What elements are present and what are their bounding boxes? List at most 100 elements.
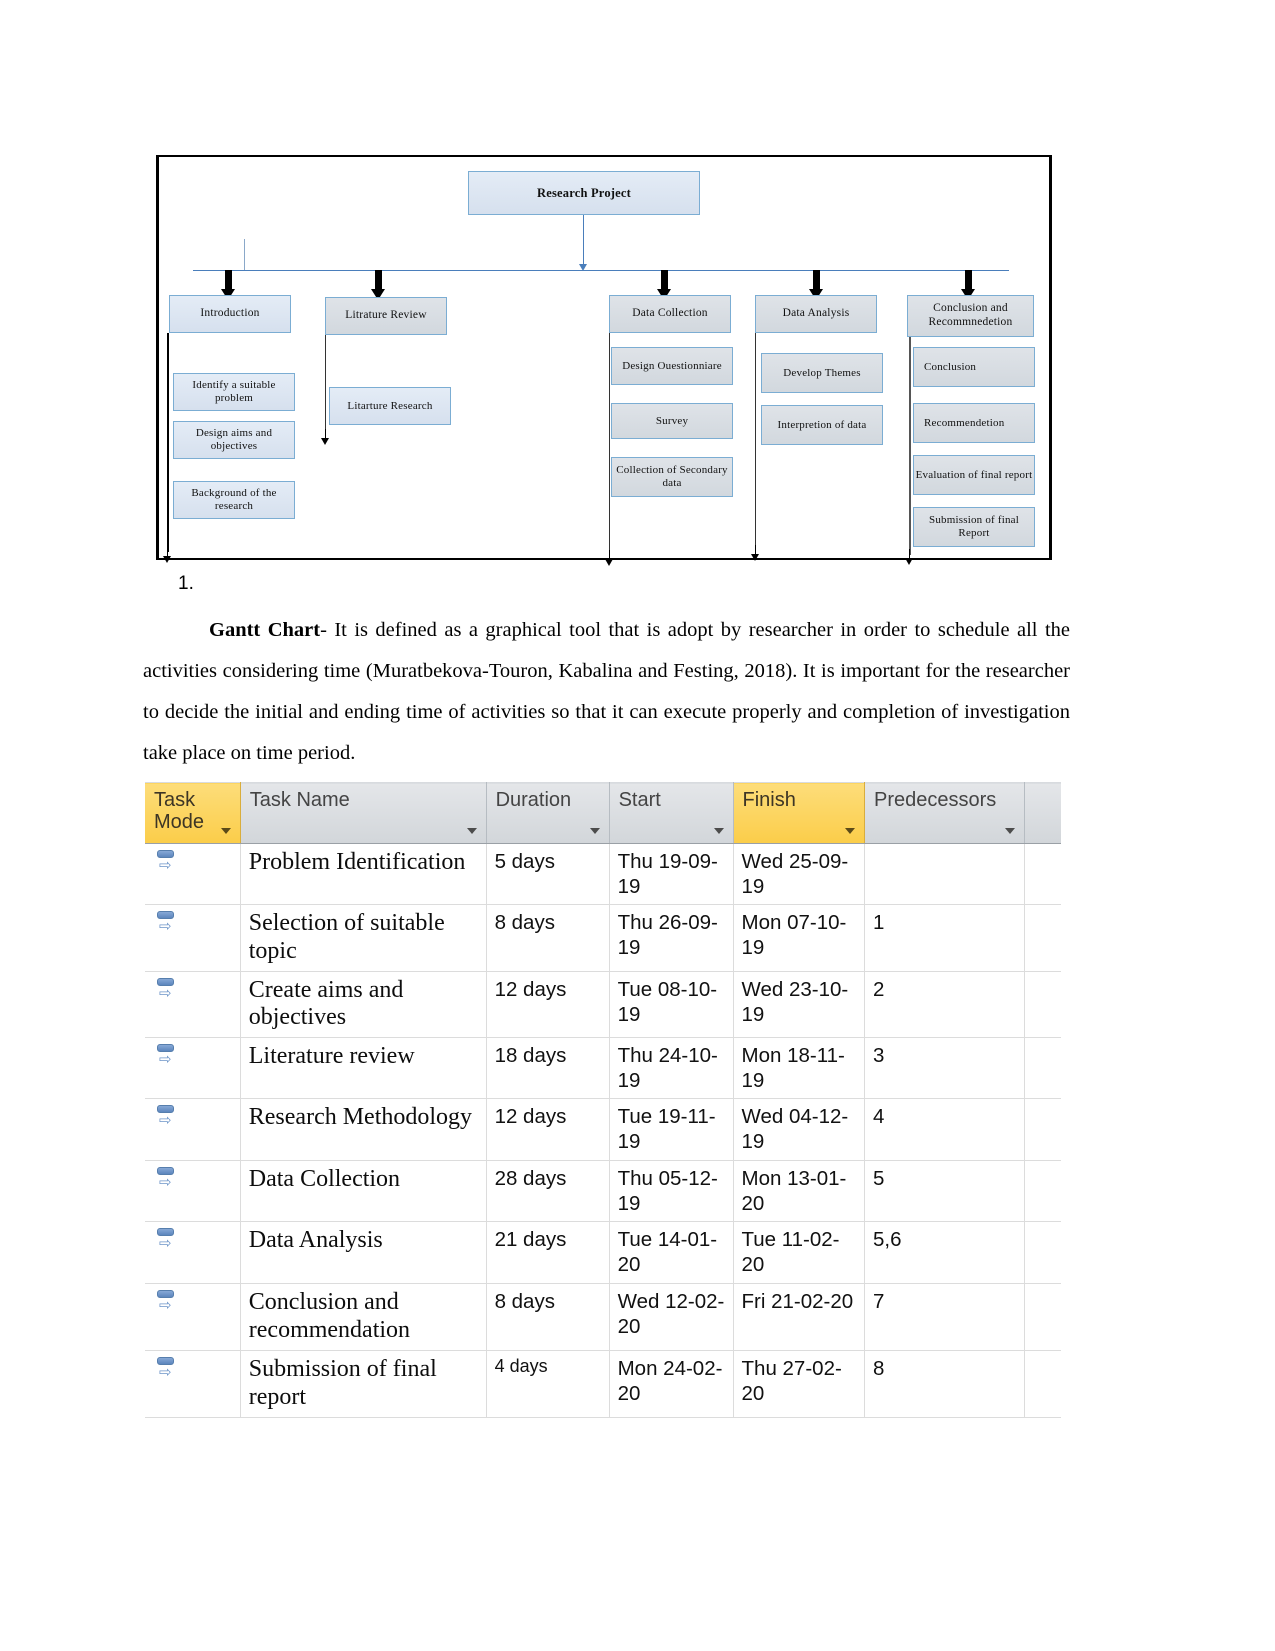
cell-task-name[interactable]: Research Methodology [240, 1098, 487, 1162]
header-start-label: Start [618, 789, 661, 811]
cell-extra[interactable] [1024, 1283, 1061, 1351]
cell-task-name[interactable]: Problem Identification [240, 843, 487, 905]
cell-start[interactable]: Wed 12-02-20 [609, 1283, 734, 1351]
cell-predecessors[interactable]: 3 [864, 1037, 1025, 1100]
arrow-introduction-end [163, 547, 172, 563]
header-task-name[interactable]: Task Name [240, 782, 487, 844]
cell-predecessors[interactable]: 1 [864, 904, 1025, 972]
flow-node-root: Research Project [468, 171, 700, 215]
header-predecessors[interactable]: Predecessors [864, 782, 1025, 844]
cell-task-mode[interactable]: ⇨ [145, 1098, 241, 1162]
cell-predecessors[interactable] [864, 843, 1025, 905]
arrow-root-to-bus [579, 257, 588, 271]
cell-start[interactable]: Thu 19-09-19 [609, 843, 734, 905]
chevron-down-icon[interactable] [220, 828, 231, 834]
cell-predecessors[interactable]: 5,6 [864, 1221, 1025, 1285]
cell-task-mode[interactable]: ⇨ [145, 1283, 241, 1351]
chevron-down-icon[interactable] [845, 828, 855, 834]
cell-start[interactable]: Tue 14-01-20 [609, 1221, 734, 1285]
cell-finish[interactable]: Wed 23-10-19 [733, 971, 866, 1039]
table-row[interactable]: ⇨ Literature review 18 days Thu 24-10-19 Mon… [145, 1037, 1061, 1100]
cell-task-name[interactable]: Literature review [240, 1037, 487, 1100]
chevron-down-icon[interactable] [713, 828, 724, 834]
table-row[interactable]: ⇨ Selection of suitable topic 8 days Thu 26… [145, 904, 1061, 972]
table-body: ⇨ Problem Identification 5 days Thu 19-09-1… [145, 843, 1061, 1418]
cell-start[interactable]: Mon 24-02-20 [609, 1350, 734, 1418]
table-row[interactable]: ⇨ Problem Identification 5 days Thu 19-09-1… [145, 843, 1061, 905]
cell-duration[interactable]: 28 days [486, 1160, 610, 1223]
cell-task-mode[interactable]: ⇨ [145, 971, 241, 1039]
flow-node-literature-review: Litrature Review [325, 297, 447, 335]
header-duration[interactable]: Duration [486, 782, 610, 844]
cell-start[interactable]: Thu 26-09-19 [609, 904, 734, 972]
cell-extra[interactable] [1024, 971, 1061, 1039]
flow-node-background-research: Background of the research [173, 481, 295, 519]
cell-predecessors[interactable]: 7 [864, 1283, 1025, 1351]
table-row[interactable]: ⇨ Submission of final report 4 days Mon 24-… [145, 1350, 1061, 1418]
flow-node-identify-problem: Identify a suitable problem [173, 373, 295, 411]
cell-duration[interactable]: 12 days [486, 1098, 610, 1162]
chevron-down-icon[interactable] [589, 828, 600, 834]
cell-duration[interactable]: 8 days [486, 904, 610, 972]
cell-extra[interactable] [1024, 1098, 1061, 1162]
cell-duration[interactable]: 5 days [486, 843, 610, 905]
cell-extra[interactable] [1024, 1037, 1061, 1100]
cell-predecessors[interactable]: 8 [864, 1350, 1025, 1418]
table-row[interactable]: ⇨ Research Methodology 12 days Tue 19-11-19… [145, 1098, 1061, 1162]
cell-task-name[interactable]: Data Collection [240, 1160, 487, 1223]
header-finish[interactable]: Finish [733, 782, 866, 844]
cell-duration[interactable]: 4 days [486, 1350, 610, 1418]
chevron-down-icon[interactable] [1004, 828, 1015, 834]
flow-node-data-collection: Data Collection [609, 295, 731, 333]
cell-duration[interactable]: 18 days [486, 1037, 610, 1100]
table-row[interactable]: ⇨ Conclusion and recommendation 8 days Wed … [145, 1283, 1061, 1351]
header-task-mode-label: Task Mode [154, 789, 205, 834]
header-extra-column[interactable] [1024, 782, 1061, 844]
cell-finish[interactable]: Wed 04-12-19 [733, 1098, 866, 1162]
cell-start[interactable]: Tue 08-10-19 [609, 971, 734, 1039]
cell-task-mode[interactable]: ⇨ [145, 1350, 241, 1418]
header-start[interactable]: Start [609, 782, 734, 844]
cell-task-mode[interactable]: ⇨ [145, 904, 241, 972]
table-row[interactable]: ⇨ Data Analysis 21 days Tue 14-01-20 Tue 11-… [145, 1221, 1061, 1285]
cell-duration[interactable]: 21 days [486, 1221, 610, 1285]
flow-node-submission-final-report: Submission of final Report [913, 507, 1035, 547]
cell-task-name[interactable]: Selection of suitable topic [240, 904, 487, 972]
cell-start[interactable]: Thu 05-12-19 [609, 1160, 734, 1223]
cell-extra[interactable] [1024, 1221, 1061, 1285]
header-task-mode[interactable]: Task Mode [145, 782, 241, 844]
cell-extra[interactable] [1024, 1350, 1061, 1418]
cell-finish[interactable]: Mon 07-10-19 [733, 904, 866, 972]
flow-node-data-analysis: Data Analysis [755, 295, 877, 333]
cell-task-mode[interactable]: ⇨ [145, 1037, 241, 1100]
cell-finish[interactable]: Fri 21-02-20 [733, 1283, 866, 1351]
cell-finish[interactable]: Thu 27-02-20 [733, 1350, 866, 1418]
cell-task-name[interactable]: Create aims and objectives [240, 971, 487, 1039]
cell-task-mode[interactable]: ⇨ [145, 843, 241, 905]
cell-task-name[interactable]: Data Analysis [240, 1221, 487, 1285]
cell-finish[interactable]: Mon 13-01-20 [733, 1160, 866, 1223]
cell-predecessors[interactable]: 2 [864, 971, 1025, 1039]
cell-task-mode[interactable]: ⇨ [145, 1221, 241, 1285]
cell-start[interactable]: Tue 19-11-19 [609, 1098, 734, 1162]
cell-duration[interactable]: 8 days [486, 1283, 610, 1351]
cell-task-mode[interactable]: ⇨ [145, 1160, 241, 1223]
cell-extra[interactable] [1024, 843, 1061, 905]
cell-duration[interactable]: 12 days [486, 971, 610, 1039]
paragraph-term: Gantt Chart [209, 619, 321, 641]
cell-start[interactable]: Thu 24-10-19 [609, 1037, 734, 1100]
table-row[interactable]: ⇨ Data Collection 28 days Thu 05-12-19 Mon 1… [145, 1160, 1061, 1223]
table-header-row: Task Mode Task Name Duration Start Finis… [145, 782, 1061, 844]
chevron-down-icon[interactable] [466, 828, 477, 834]
cell-finish[interactable]: Tue 11-02-20 [733, 1221, 866, 1285]
cell-extra[interactable] [1024, 904, 1061, 972]
cell-finish[interactable]: Mon 18-11-19 [733, 1037, 866, 1100]
cell-finish[interactable]: Wed 25-09-19 [733, 843, 866, 905]
cell-extra[interactable] [1024, 1160, 1061, 1223]
cell-predecessors[interactable]: 5 [864, 1160, 1025, 1223]
arrow-dataanalysis-end [751, 545, 760, 561]
cell-task-name[interactable]: Conclusion and recommendation [240, 1283, 487, 1351]
cell-task-name[interactable]: Submission of final report [240, 1350, 487, 1418]
table-row[interactable]: ⇨ Create aims and objectives 12 days Tue 08… [145, 971, 1061, 1039]
cell-predecessors[interactable]: 4 [864, 1098, 1025, 1162]
